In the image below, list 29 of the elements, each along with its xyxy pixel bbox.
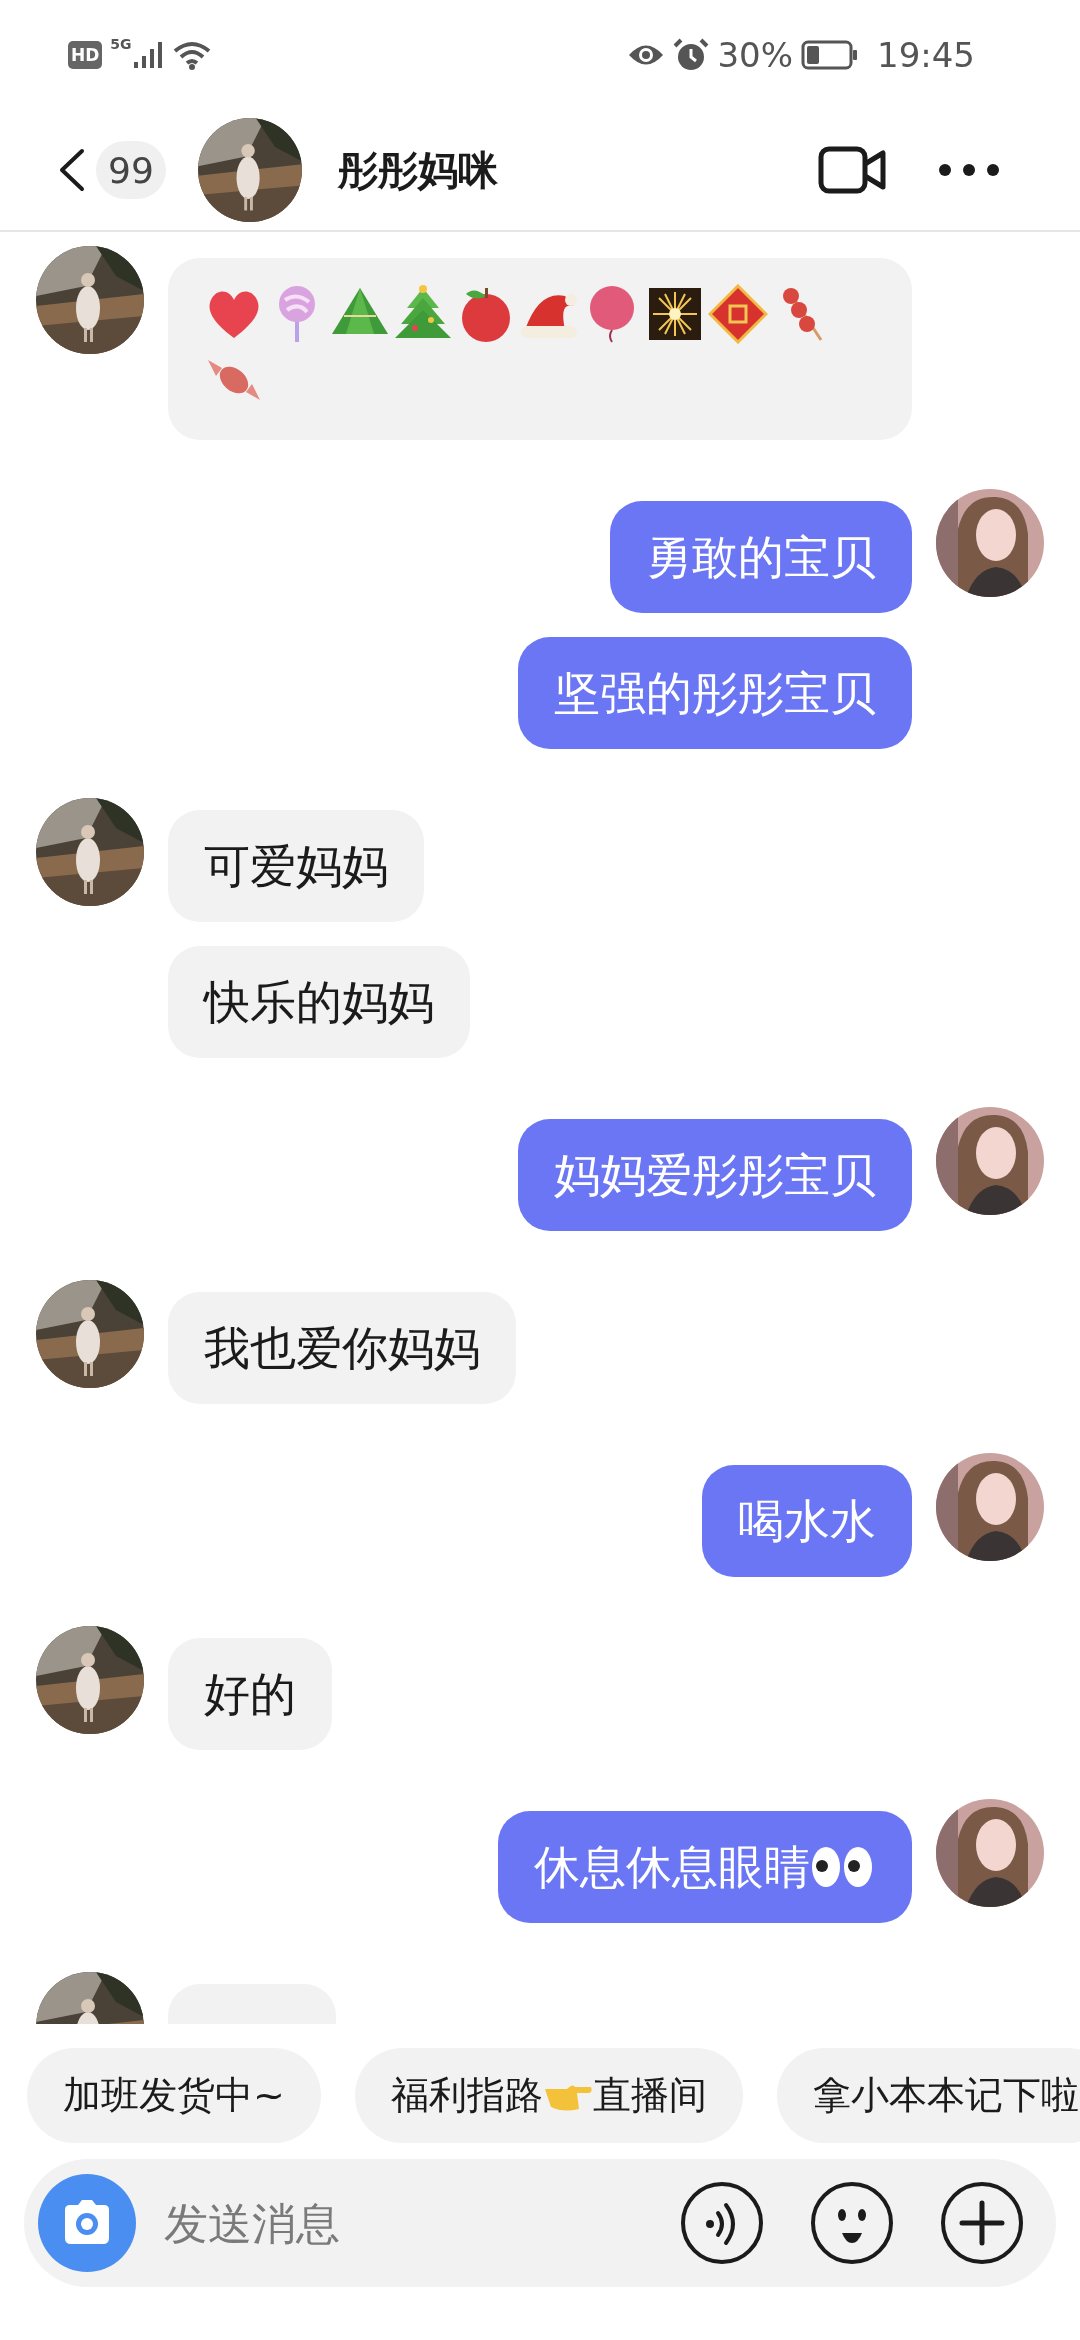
message-text: 妈妈爱彤彤宝贝 — [554, 1149, 876, 1201]
battery-icon — [801, 40, 859, 70]
message-text: 快乐的妈妈 — [204, 976, 434, 1028]
signal-icon — [131, 40, 164, 70]
wifi-icon — [171, 40, 212, 70]
quick-reply-chip[interactable]: 拿小本本记下啦 — [776, 2048, 1080, 2143]
chat-title: 彤彤妈咪 — [338, 145, 499, 195]
quick-reply-chip[interactable]: 加班发货中~ — [27, 2048, 321, 2143]
clock-time: 19:45 — [877, 35, 975, 75]
add-icon[interactable] — [940, 2181, 1024, 2265]
message-text: 勇敢的宝贝 — [646, 531, 876, 583]
message-text: 喝水水 — [738, 1495, 876, 1547]
network-label: 5G — [110, 36, 132, 52]
emoji-icon[interactable] — [810, 2181, 894, 2265]
message-text: 休息休息眼睛 — [534, 1841, 810, 1893]
camera-icon[interactable] — [38, 2174, 136, 2272]
message-text: 可爱妈妈 — [204, 840, 388, 892]
alarm-icon — [673, 38, 710, 72]
message-text: 我也爱你妈妈 — [204, 1322, 480, 1374]
diamond-sign-icon — [708, 284, 768, 344]
more-icon[interactable] — [938, 163, 1000, 177]
quick-reply-chip[interactable]: 福利指路 直播间 — [354, 2048, 743, 2143]
voice-icon[interactable] — [680, 2181, 764, 2265]
video-call-icon[interactable] — [818, 146, 886, 194]
battery-percent: 30% — [717, 35, 793, 75]
message-text: 坚强的彤彤宝贝 — [554, 667, 876, 719]
unread-badge: 99 — [96, 141, 166, 199]
hd-label: HD — [68, 41, 103, 69]
message-text: 好的 — [204, 1668, 296, 1720]
